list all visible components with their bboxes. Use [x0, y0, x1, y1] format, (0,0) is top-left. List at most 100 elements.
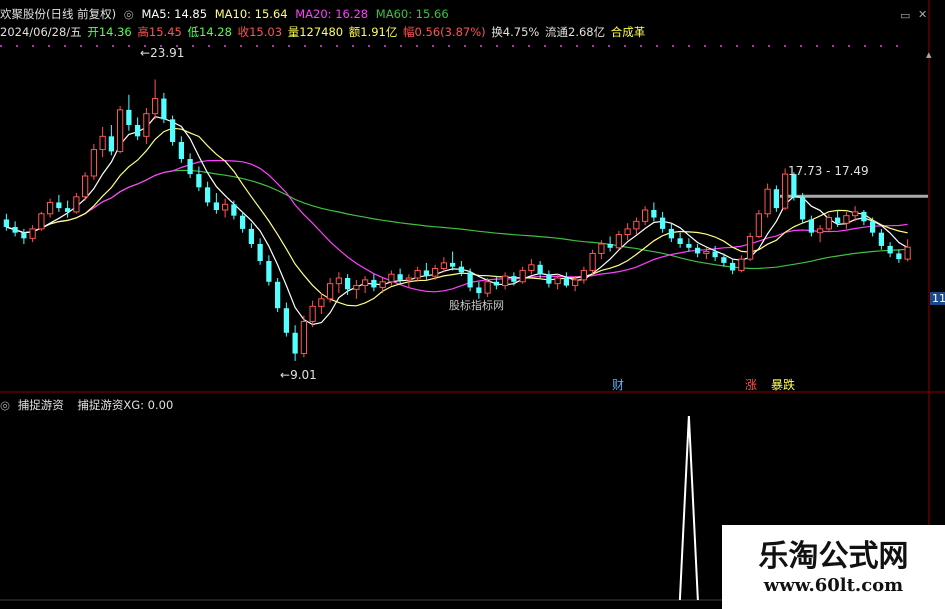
- candle-body-up: [764, 188, 771, 215]
- candle-body-up: [817, 228, 824, 234]
- candle-body-down: [493, 281, 499, 286]
- candle-body-up: [73, 196, 80, 213]
- tag-baodie: 暴跌: [771, 378, 796, 392]
- ma5-line: [6, 116, 908, 326]
- candle-body-down: [231, 204, 237, 216]
- candle-body-down: [511, 276, 517, 282]
- candle-body-down: [178, 142, 184, 159]
- change-value: 幅0.56(3.87%): [403, 25, 486, 39]
- ma5-value: MA5: 14.85: [141, 7, 208, 21]
- indicator-spike: [678, 415, 699, 601]
- candle-body-up: [852, 211, 859, 217]
- candle-body-down: [56, 202, 62, 209]
- volume-value: 量127480: [287, 25, 344, 39]
- stock-title: 欢聚股份(日线 前复权): [0, 7, 117, 21]
- candle-body-up: [90, 149, 97, 177]
- candle-body-down: [651, 210, 657, 218]
- side-expand-icon[interactable]: ▴: [926, 48, 932, 61]
- minimize-icon[interactable]: ▭: [900, 9, 910, 22]
- candle-body-up: [432, 268, 439, 277]
- candle-body-down: [686, 244, 692, 248]
- candle-body-down: [861, 211, 867, 222]
- candle-body-down: [835, 217, 841, 224]
- candle-body-up: [703, 251, 710, 254]
- candle-body-up: [825, 217, 832, 230]
- candle-body-down: [878, 232, 884, 246]
- open-value: 开14.36: [87, 25, 132, 39]
- candle-body-up: [519, 269, 526, 283]
- low-annotation: ←9.01: [280, 368, 317, 382]
- candle-body-down: [773, 189, 779, 209]
- candle-body-down: [537, 264, 543, 275]
- candle-body-up: [624, 228, 631, 236]
- candle-body-down: [887, 245, 893, 254]
- candle-body-down: [292, 332, 298, 354]
- close-icon[interactable]: ✕: [918, 8, 927, 21]
- candle-body-up: [38, 213, 45, 230]
- header-row-1: 欢聚股份(日线 前复权) ◎ MA5: 14.85 MA10: 15.64 MA…: [0, 6, 453, 22]
- low-label: 9.01: [290, 368, 317, 382]
- candle-body-down: [450, 262, 456, 267]
- candle-body-down: [266, 261, 272, 282]
- candle-body-up: [47, 201, 54, 215]
- candle-body-up: [405, 277, 412, 281]
- candle-body-up: [143, 113, 150, 137]
- candle-body-up: [362, 279, 369, 287]
- amount-value: 额1.91亿: [348, 25, 398, 39]
- candle-body-down: [870, 221, 876, 233]
- candle-body-down: [546, 274, 552, 284]
- high-label: 23.91: [150, 46, 185, 60]
- candle-body-down: [196, 174, 202, 188]
- turnover-value: 换4.75%: [491, 25, 540, 39]
- candle-body-up: [222, 203, 229, 211]
- ma10-line: [6, 127, 908, 307]
- center-label: 股标指标网: [449, 299, 504, 312]
- candle-body-down: [607, 244, 613, 248]
- candle-body-up: [615, 234, 622, 249]
- candle-body-up: [642, 209, 649, 222]
- candle-body-down: [695, 247, 701, 254]
- candle-body-down: [721, 257, 727, 263]
- candle-body-up: [309, 305, 316, 322]
- watermark-url: www.60lt.com: [763, 575, 904, 596]
- indicator-value: 捕捉游资XG: 0.00: [77, 398, 174, 412]
- candle-body-down: [257, 244, 263, 261]
- high-annotation: ←23.91: [140, 46, 184, 60]
- float-value: 流通2.68亿: [545, 25, 606, 39]
- candle-body-down: [108, 136, 114, 152]
- candle-body-up: [572, 279, 579, 287]
- ma20-value: MA20: 16.28: [295, 7, 369, 21]
- candle-body-down: [345, 278, 351, 290]
- ma-settings-icon[interactable]: ◎: [124, 7, 134, 21]
- candle-body-up: [755, 213, 762, 237]
- candle-body-up: [580, 269, 587, 281]
- candle-body-up: [904, 246, 911, 260]
- candle-body-up: [843, 215, 850, 224]
- candle-body-up: [782, 173, 789, 209]
- candle-body-down: [187, 159, 193, 175]
- candle-body-up: [99, 135, 106, 151]
- indicator-settings-icon[interactable]: ◎: [0, 398, 10, 412]
- close-value: 收15.03: [237, 25, 283, 39]
- candle-body-up: [598, 243, 605, 254]
- low-value: 低14.28: [187, 25, 232, 39]
- candle-body-down: [213, 202, 219, 210]
- ma10-value: MA10: 15.64: [214, 7, 288, 21]
- ma60-line: [6, 169, 908, 270]
- candle-body-down: [458, 266, 464, 273]
- watermark-title: 乐淘公式网: [758, 539, 909, 574]
- candle-body-down: [161, 98, 167, 120]
- range-label: 17.73 - 17.49: [788, 164, 869, 178]
- ma60-value: MA60: 15.66: [375, 7, 449, 21]
- indicator-name[interactable]: 捕捉游资: [18, 398, 64, 412]
- candle-body-up: [300, 320, 307, 355]
- candle-body-down: [275, 281, 281, 309]
- candle-body-up: [327, 283, 334, 300]
- candle-body-up: [318, 298, 325, 307]
- candle-body-down: [126, 109, 132, 125]
- candle-body-up: [502, 275, 509, 287]
- candle-body-down: [808, 219, 814, 233]
- watermark-box: 乐淘公式网 www.60lt.com: [722, 525, 945, 609]
- candle-body-up: [388, 273, 395, 283]
- candle-body-down: [135, 125, 141, 137]
